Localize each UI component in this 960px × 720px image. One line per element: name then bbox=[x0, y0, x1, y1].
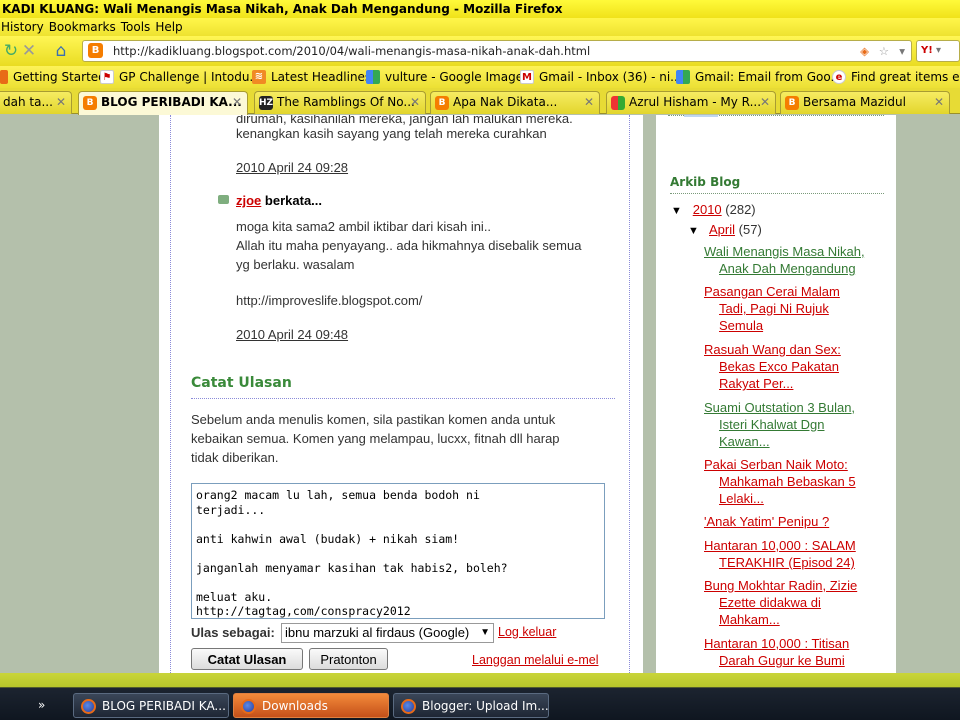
archive-month-row[interactable]: ▼ April (57) bbox=[688, 222, 762, 237]
comment-says: berkata... bbox=[264, 193, 323, 208]
bookmark-star-icon[interactable]: ☆ bbox=[879, 41, 889, 61]
archive-post-link[interactable]: Hantaran 10,000 : SALAM TERAKHIR (Episod … bbox=[704, 537, 856, 571]
stop-icon[interactable]: ✕ bbox=[18, 40, 40, 62]
tab-strip: dah ta... ✕ B BLOG PERIBADI KA... ✕ HZ The R… bbox=[0, 88, 960, 115]
tab-2[interactable]: HZ The Ramblings Of No... ✕ bbox=[254, 91, 426, 114]
bookmark-latest-headlines[interactable]: ≋ Latest Headlines bbox=[252, 66, 371, 88]
archive-post-link[interactable]: Wali Menangis Masa Nikah, Anak Dah Mengan… bbox=[704, 243, 865, 277]
close-tab-icon[interactable]: ✕ bbox=[934, 92, 944, 113]
archive-post-link[interactable]: Pakai Serban Naik Moto: Mahkamah Bebaskan… bbox=[704, 456, 856, 507]
taskbar-item[interactable]: Blogger: Upload Im... bbox=[393, 693, 549, 718]
home-icon[interactable]: ⌂ bbox=[50, 40, 72, 62]
archive-month-link[interactable]: April bbox=[709, 222, 735, 237]
site-favicon-icon: HZ bbox=[259, 96, 274, 110]
identity-select[interactable]: ibnu marzuki al firdaus (Google) ▼ bbox=[281, 623, 494, 643]
divider bbox=[191, 398, 615, 399]
menu-bar: History Bookmarks Tools Help bbox=[0, 18, 960, 36]
taskbar-expand-icon[interactable]: » bbox=[38, 698, 45, 712]
google-icon bbox=[676, 70, 690, 84]
comment-form-heading: Catat Ulasan bbox=[191, 375, 292, 391]
blog-archive-title: Arkib Blog bbox=[670, 175, 741, 189]
comment-text: moga kita sama2 ambil iktibar dari kisah… bbox=[236, 219, 492, 234]
comment-timestamp[interactable]: 2010 April 24 09:48 bbox=[236, 325, 348, 345]
menu-tools[interactable]: Tools bbox=[120, 18, 155, 36]
tab-0[interactable]: dah ta... ✕ bbox=[0, 91, 72, 114]
tab-5[interactable]: B Bersama Mazidul ✕ bbox=[780, 91, 950, 114]
comment-author-link[interactable]: zjoe bbox=[236, 193, 261, 208]
bookmark-gp-challenge[interactable]: ⚑ GP Challenge | Intodu... bbox=[100, 66, 261, 88]
comment-text: http://improveslife.blogspot.com/ bbox=[236, 293, 423, 308]
comment-text: yg berlaku. wasalam bbox=[236, 257, 355, 272]
subscribe-email-link[interactable]: Langgan melalui e-mel bbox=[472, 653, 598, 667]
archive-post-link[interactable]: Bung Mokhtar Radin, Zizie Ezette didakwa … bbox=[704, 577, 857, 628]
search-engine-box[interactable]: Y! ▾ bbox=[916, 40, 960, 62]
archive-post-link[interactable]: Pasangan Cerai Malam Tadi, Pagi Ni Rujuk S… bbox=[704, 283, 840, 334]
comment-notice: Sebelum anda menulis komen, sila pastika… bbox=[191, 412, 556, 427]
menu-history[interactable]: History bbox=[0, 18, 48, 36]
address-bar[interactable]: B http://kadikluang.blogspot.com/2010/04… bbox=[82, 40, 912, 62]
gmail-icon: M bbox=[520, 70, 534, 84]
google-icon bbox=[366, 70, 380, 84]
taskbar-item[interactable]: Downloads bbox=[233, 693, 389, 718]
archive-post-link[interactable]: 'Anak Yatim' Penipu ? bbox=[704, 513, 829, 530]
window-title: KADI KLUANG: Wali Menangis Masa Nikah, A… bbox=[0, 0, 960, 18]
sidebar-widget-fragment bbox=[684, 115, 718, 117]
firefox-icon bbox=[0, 70, 8, 84]
firefox-icon bbox=[401, 699, 416, 714]
tab-4[interactable]: Azrul Hisham - My R... ✕ bbox=[606, 91, 776, 114]
comment-timestamp[interactable]: 2010 April 24 09:28 bbox=[236, 158, 348, 178]
logout-link[interactable]: Log keluar bbox=[498, 625, 556, 639]
archive-year-count: (282) bbox=[725, 202, 756, 217]
bookmark-vulture-images[interactable]: vulture - Google Images bbox=[366, 66, 529, 88]
submit-comment-button[interactable]: Catat Ulasan bbox=[191, 648, 303, 670]
close-tab-icon[interactable]: ✕ bbox=[232, 92, 242, 113]
collapse-triangle-icon[interactable]: ▼ bbox=[671, 205, 682, 217]
comment-as-label: Ulas sebagai: bbox=[191, 625, 275, 640]
blogger-icon: B bbox=[83, 96, 97, 110]
close-tab-icon[interactable]: ✕ bbox=[410, 92, 420, 113]
rss-feed-icon[interactable]: ◈ bbox=[860, 41, 869, 61]
firefox-icon bbox=[81, 699, 96, 714]
bookmarks-toolbar: Getting Started ⚑ GP Challenge | Intodu..… bbox=[0, 66, 960, 88]
archive-month-count: (57) bbox=[738, 222, 762, 237]
chevron-down-icon: ▼ bbox=[480, 627, 490, 638]
firefox-icon bbox=[241, 699, 256, 714]
comment-notice: kebaikan semua. Komen yang melampau, luc… bbox=[191, 431, 560, 446]
menu-help[interactable]: Help bbox=[154, 18, 186, 36]
close-tab-icon[interactable]: ✕ bbox=[584, 92, 594, 113]
close-tab-icon[interactable]: ✕ bbox=[760, 92, 770, 113]
archive-post-link[interactable]: Rasuah Wang dan Sex: Bekas Exco Pakatan Ra… bbox=[704, 341, 841, 392]
collapse-triangle-icon[interactable]: ▼ bbox=[688, 225, 699, 237]
tab-3[interactable]: B Apa Nak Dikata... ✕ bbox=[430, 91, 600, 114]
url-dropdown-icon[interactable]: ▾ bbox=[899, 41, 905, 61]
close-tab-icon[interactable]: ✕ bbox=[56, 92, 66, 113]
comment-textarea[interactable]: orang2 macam lu lah, semua benda bodoh n… bbox=[191, 483, 605, 619]
site-favicon-icon bbox=[611, 96, 625, 110]
tab-1[interactable]: B BLOG PERIBADI KA... ✕ bbox=[78, 91, 248, 115]
taskbar-item[interactable]: BLOG PERIBADI KA... bbox=[73, 693, 229, 718]
archive-post-link[interactable]: Hantaran 10,000 : Titisan Darah Gugur ke … bbox=[704, 635, 849, 669]
blogger-favicon-icon: B bbox=[88, 43, 103, 58]
address-url: http://kadikluang.blogspot.com/2010/04/w… bbox=[113, 44, 591, 58]
bookmark-find-items[interactable]: e Find great items en bbox=[832, 66, 960, 88]
menu-bookmarks[interactable]: Bookmarks bbox=[48, 18, 120, 36]
comment-text: kenangkan kasih sayang yang telah mereka… bbox=[236, 126, 547, 141]
bookmark-gmail-email[interactable]: Gmail: Email from Goo... bbox=[676, 66, 842, 88]
comment-text: Allah itu maha penyayang.. ada hikmahnya… bbox=[236, 238, 582, 253]
preview-button[interactable]: Pratonton bbox=[309, 648, 388, 670]
page-viewport: dirumah, kasihanilah mereka, jangan lah … bbox=[0, 115, 960, 673]
blogger-icon: B bbox=[435, 96, 449, 110]
blogger-icon: B bbox=[785, 96, 799, 110]
bookmark-gmail-inbox[interactable]: M Gmail - Inbox (36) - ni... bbox=[520, 66, 682, 88]
ebay-icon: e bbox=[832, 70, 846, 84]
rss-icon: ≋ bbox=[252, 70, 266, 84]
bookmark-getting-started[interactable]: Getting Started bbox=[0, 66, 106, 88]
flag-icon: ⚑ bbox=[100, 70, 114, 84]
comment-notice: tidak diberikan. bbox=[191, 450, 279, 465]
archive-year-link[interactable]: 2010 bbox=[693, 202, 722, 217]
archive-post-link[interactable]: Suami Outstation 3 Bulan, Isteri Khalwat … bbox=[704, 399, 855, 450]
archive-year-row[interactable]: ▼ 2010 (282) bbox=[671, 202, 756, 217]
divider bbox=[670, 193, 884, 194]
comment-bubble-icon bbox=[218, 195, 229, 204]
